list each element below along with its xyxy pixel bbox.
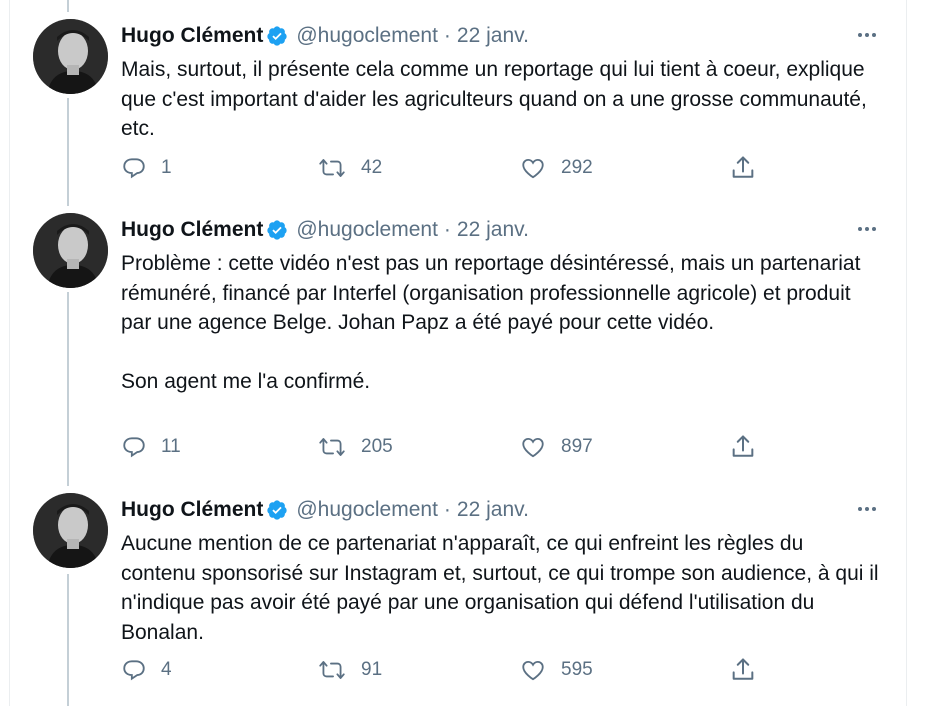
share-icon <box>729 656 757 684</box>
retweet-icon <box>317 155 347 181</box>
author-name[interactable]: Hugo Clément <box>121 498 263 522</box>
tweet-date[interactable]: 22 janv. <box>457 498 529 522</box>
author-name[interactable]: Hugo Clément <box>121 218 263 242</box>
like-count: 595 <box>561 659 593 680</box>
retweet-icon <box>317 434 347 460</box>
avatar[interactable] <box>33 493 108 568</box>
retweet-count: 91 <box>361 659 383 680</box>
retweet-count: 42 <box>361 157 383 178</box>
author-handle[interactable]: @hugoclement <box>296 218 438 242</box>
tweet-text: Aucune mention de ce partenariat n'appar… <box>121 532 879 644</box>
verified-badge-icon <box>266 499 288 521</box>
verified-badge-icon <box>266 25 288 47</box>
share-button[interactable] <box>729 431 757 463</box>
like-icon <box>519 657 547 683</box>
share-button[interactable] <box>729 654 757 686</box>
like-icon <box>519 434 547 460</box>
more-options-icon[interactable] <box>851 497 883 521</box>
reply-icon <box>121 657 147 683</box>
tweet-text: Mais, surtout, il présente cela comme un… <box>121 58 867 140</box>
like-count: 897 <box>561 436 593 457</box>
share-button[interactable] <box>729 152 757 184</box>
retweet-icon <box>317 657 347 683</box>
tweet-date[interactable]: 22 janv. <box>457 218 529 242</box>
reply-button[interactable]: 4 <box>121 654 172 686</box>
like-button[interactable]: 897 <box>519 431 593 463</box>
like-icon <box>519 155 547 181</box>
avatar[interactable] <box>33 19 108 94</box>
reply-icon <box>121 155 147 181</box>
author-handle[interactable]: @hugoclement <box>296 498 438 522</box>
retweet-button[interactable]: 91 <box>317 654 382 686</box>
reply-count: 1 <box>161 157 172 178</box>
separator-dot: · <box>443 24 451 47</box>
verified-badge-icon <box>266 219 288 241</box>
more-options-icon[interactable] <box>851 217 883 241</box>
like-button[interactable]: 292 <box>519 152 593 184</box>
tweet-text: Problème : cette vidéo n'est pas un repo… <box>121 252 861 393</box>
like-button[interactable]: 595 <box>519 654 593 686</box>
reply-count: 4 <box>161 659 172 680</box>
retweet-count: 205 <box>361 436 393 457</box>
thread-line <box>67 98 69 206</box>
more-options-icon[interactable] <box>851 23 883 47</box>
separator-dot: · <box>443 498 451 521</box>
retweet-button[interactable]: 205 <box>317 431 393 463</box>
like-count: 292 <box>561 157 593 178</box>
tweet-actions: 11 205 897 <box>121 431 781 463</box>
tweet-actions: 4 91 595 <box>121 654 781 686</box>
retweet-button[interactable]: 42 <box>317 152 382 184</box>
reply-count: 11 <box>161 436 181 457</box>
thread-line <box>67 292 69 486</box>
separator-dot: · <box>443 218 451 241</box>
tweet-actions: 1 42 292 <box>121 152 781 184</box>
share-icon <box>729 154 757 182</box>
share-icon <box>729 433 757 461</box>
author-name[interactable]: Hugo Clément <box>121 24 263 48</box>
reply-icon <box>121 434 147 460</box>
author-handle[interactable]: @hugoclement <box>296 24 438 48</box>
avatar[interactable] <box>33 213 108 288</box>
thread-line <box>67 0 69 12</box>
reply-button[interactable]: 11 <box>121 431 181 463</box>
tweet-date[interactable]: 22 janv. <box>457 24 529 48</box>
reply-button[interactable]: 1 <box>121 152 172 184</box>
thread-line <box>67 574 69 706</box>
